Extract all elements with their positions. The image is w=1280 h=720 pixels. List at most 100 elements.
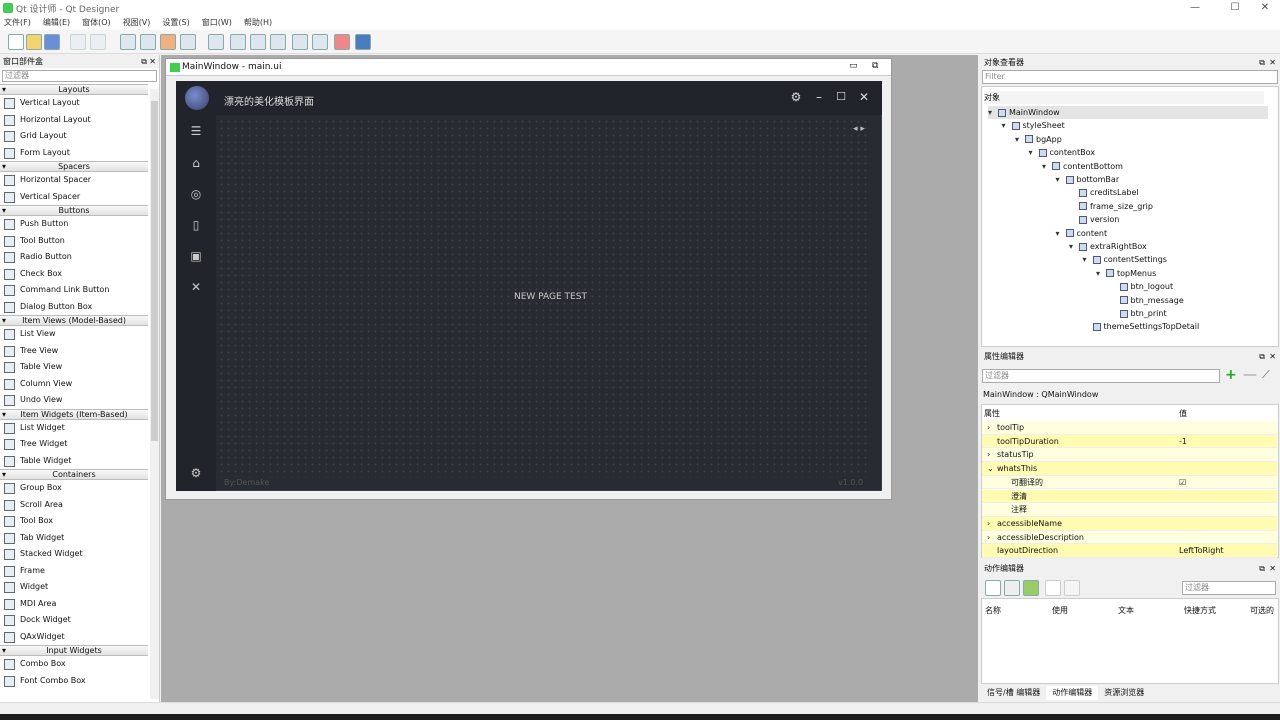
object-tree-row[interactable]: btn_print	[1110, 307, 1167, 320]
widget-item[interactable]: List Widget	[0, 420, 148, 437]
property-expand-icon[interactable]: ›	[987, 517, 990, 530]
widget-item[interactable]: Font Combo Box	[0, 673, 148, 690]
file-icon[interactable]: ▯	[176, 218, 216, 232]
property-row[interactable]: › accessibleDescription	[982, 530, 1277, 545]
copy-action-icon[interactable]	[1004, 580, 1020, 596]
object-tree-row[interactable]: ▾ bottomBar	[1056, 173, 1120, 186]
object-tree-row[interactable]: ▾ contentBox	[1029, 146, 1096, 159]
widget-item[interactable]: Push Button	[0, 216, 148, 233]
widget-category-header[interactable]: Spacers	[0, 161, 148, 172]
tree-expand-icon[interactable]: ▾	[988, 106, 998, 119]
home-icon[interactable]: ⌂	[176, 156, 216, 170]
form-minimize-button[interactable]: ▭	[849, 61, 858, 71]
widget-item[interactable]: Frame	[0, 563, 148, 580]
edit-signals-icon[interactable]	[140, 34, 156, 50]
widget-item[interactable]: Stacked Widget	[0, 546, 148, 563]
app-minimize-icon[interactable]: –	[810, 90, 828, 104]
widget-item[interactable]: Column View	[0, 376, 148, 393]
property-row[interactable]: layoutDirection LeftToRight	[982, 544, 1277, 558]
exit-icon[interactable]: ✕	[176, 280, 216, 294]
widget-item[interactable]: Check Box	[0, 266, 148, 283]
widget-item[interactable]: Vertical Layout	[0, 95, 148, 112]
property-row[interactable]: 澄清	[982, 489, 1277, 504]
widget-item[interactable]: QAxWidget	[0, 629, 148, 646]
property-expand-icon[interactable]: ›	[987, 448, 990, 461]
minimize-button[interactable]: —	[1180, 0, 1210, 16]
property-expand-icon[interactable]: ⌄	[987, 462, 994, 475]
widget-item[interactable]: Tool Button	[0, 233, 148, 250]
tree-expand-icon[interactable]: ▾	[1029, 146, 1039, 159]
action-filter-input[interactable]: 过滤器	[1182, 581, 1276, 595]
widget-category-header[interactable]: Item Views (Model-Based)	[0, 315, 148, 326]
remove-property-icon[interactable]: —	[1243, 367, 1257, 383]
property-row[interactable]: › toolTip	[982, 421, 1277, 435]
widget-item[interactable]: Form Layout	[0, 145, 148, 162]
form-restore-button[interactable]: ⧉	[872, 61, 878, 71]
tab-resource-browser[interactable]: 资源浏览器	[1098, 686, 1150, 700]
paste-action-icon[interactable]	[1023, 580, 1039, 596]
object-tree-row[interactable]: ▾ topMenus	[1096, 267, 1156, 280]
break-layout-icon[interactable]	[334, 34, 350, 50]
layout-vertical-icon[interactable]	[230, 34, 246, 50]
action-settings-icon[interactable]	[1064, 580, 1080, 596]
new-icon[interactable]	[8, 34, 24, 50]
object-tree-row[interactable]: ▾ content	[1056, 227, 1108, 240]
widget-category-header[interactable]: Layouts	[0, 84, 148, 95]
widget-item[interactable]: Scroll Area	[0, 497, 148, 514]
widget-item[interactable]: Vertical Spacer	[0, 189, 148, 206]
new-action-icon[interactable]	[985, 580, 1001, 596]
object-tree-row[interactable]: ▾ styleSheet	[1002, 119, 1065, 132]
object-tree-row[interactable]: ▾ contentSettings	[1083, 253, 1167, 266]
menu-view[interactable]: 视图(V)	[123, 16, 151, 30]
layout-form-icon[interactable]	[312, 34, 328, 50]
property-row[interactable]: toolTipDuration -1	[982, 434, 1277, 449]
widget-category-header[interactable]: Buttons	[0, 205, 148, 216]
save-file-icon[interactable]: ▣	[176, 249, 216, 263]
widget-filter-input[interactable]: 过滤器	[2, 70, 157, 82]
redo-icon[interactable]	[90, 34, 106, 50]
menu-settings-icon[interactable]: ⚙	[176, 466, 216, 480]
property-row[interactable]: ⌄ whatsThis	[982, 462, 1277, 476]
tab-action-editor[interactable]: 动作编辑器	[1046, 686, 1099, 700]
property-row[interactable]: 注释	[982, 503, 1277, 517]
object-tree-row[interactable]: version	[1069, 213, 1119, 226]
extra-arrows-icon[interactable]: ◂ ▸	[853, 124, 865, 134]
save-icon[interactable]	[44, 34, 60, 50]
widget-item[interactable]: Tool Box	[0, 513, 148, 530]
tree-expand-icon[interactable]: ▾	[1096, 267, 1106, 280]
menu-help[interactable]: 帮助(H)	[244, 16, 272, 30]
widget-category-header[interactable]: Containers	[0, 469, 148, 480]
object-tree-row[interactable]: btn_message	[1110, 294, 1184, 307]
property-value[interactable]: LeftToRight	[1179, 544, 1224, 557]
app-maximize-icon[interactable]: ☐	[832, 90, 850, 103]
tree-expand-icon[interactable]: ▾	[1015, 133, 1025, 146]
widget-item[interactable]: Dialog Button Box	[0, 299, 148, 316]
object-tree-row[interactable]: btn_logout	[1110, 280, 1173, 293]
tree-expand-icon[interactable]: ▾	[1069, 240, 1079, 253]
delete-action-icon[interactable]	[1045, 580, 1061, 596]
close-button[interactable]: ✕	[1250, 0, 1280, 16]
gamepad-icon[interactable]: ◎	[176, 187, 216, 201]
layout-v-splitter-icon[interactable]	[270, 34, 286, 50]
layout-h-splitter-icon[interactable]	[250, 34, 266, 50]
object-tree-row[interactable]: ▾ MainWindow	[988, 106, 1268, 119]
adjust-size-icon[interactable]	[355, 34, 371, 50]
menu-window[interactable]: 窗口(W)	[202, 16, 232, 30]
edit-buddies-icon[interactable]	[160, 34, 176, 50]
widget-item[interactable]: Grid Layout	[0, 128, 148, 145]
object-tree-row[interactable]: ▾ bgApp	[1015, 133, 1062, 146]
menu-form[interactable]: 窗体(O)	[82, 16, 111, 30]
tab-signal-slot-editor[interactable]: 信号/槽 编辑器	[981, 686, 1046, 700]
widget-item[interactable]: Horizontal Spacer	[0, 172, 148, 189]
edit-widgets-icon[interactable]	[120, 34, 136, 50]
menu-file[interactable]: 文件(F)	[4, 16, 31, 30]
widget-category-header[interactable]: Item Widgets (Item-Based)	[0, 408, 148, 420]
tree-expand-icon[interactable]: ▾	[1056, 173, 1066, 186]
open-icon[interactable]	[26, 34, 42, 50]
widget-item[interactable]: Table View	[0, 359, 148, 376]
edit-tab-order-icon[interactable]	[180, 34, 196, 50]
widget-item[interactable]: Dock Widget	[0, 612, 148, 629]
configure-icon[interactable]: ⟋	[1262, 368, 1270, 382]
layout-horizontal-icon[interactable]	[208, 34, 224, 50]
tree-expand-icon[interactable]: ▾	[1002, 119, 1012, 132]
